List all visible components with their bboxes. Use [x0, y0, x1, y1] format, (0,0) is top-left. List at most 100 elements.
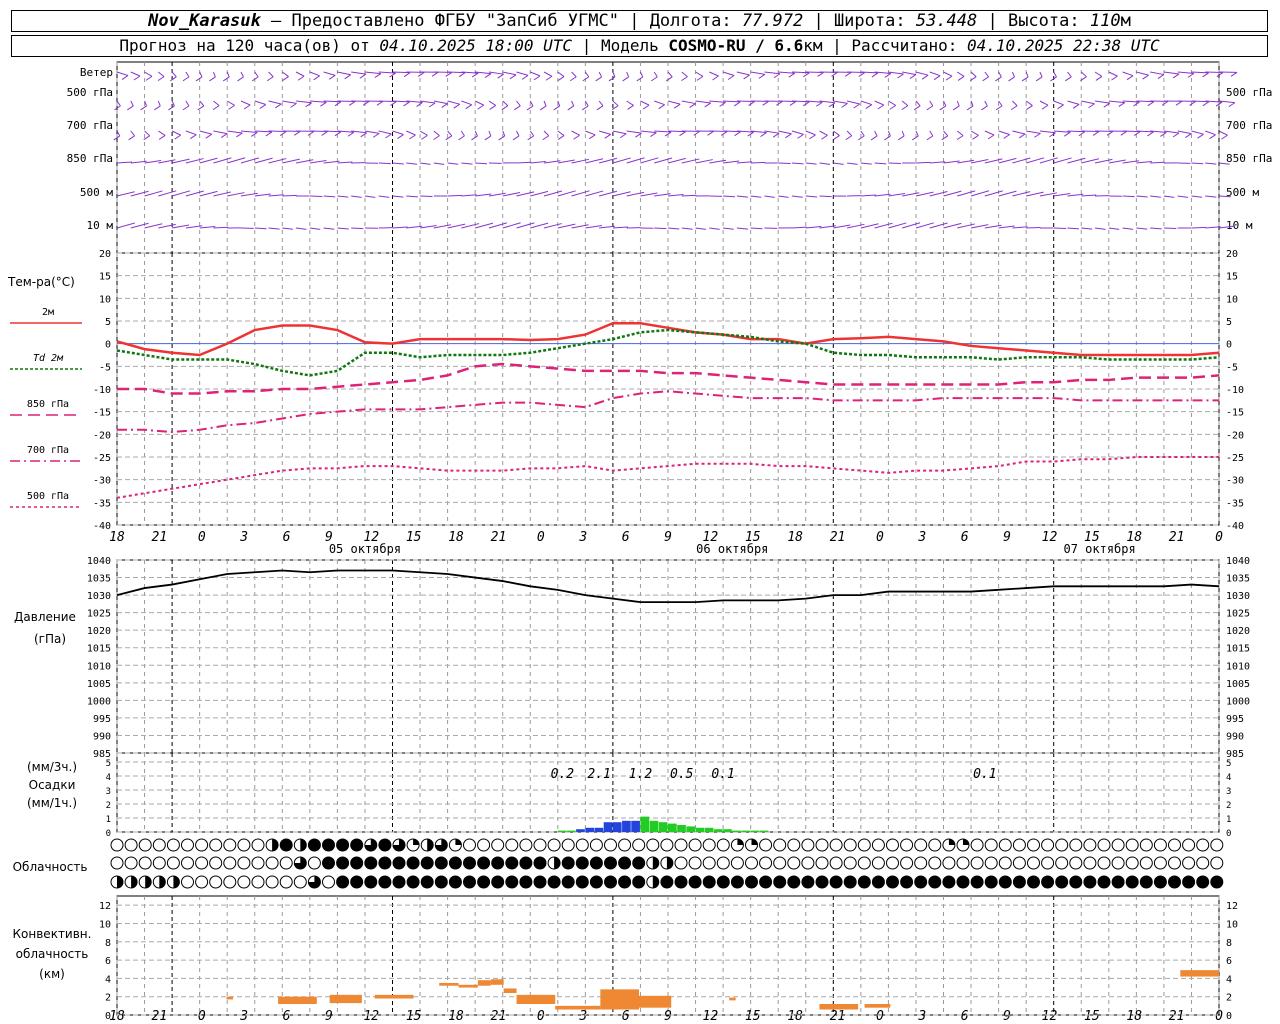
time-tick-bottom: 6 — [622, 1009, 630, 1024]
wind-barb — [268, 71, 274, 78]
wind-barb-feather — [897, 135, 905, 141]
wind-barb — [116, 71, 129, 77]
wind-barb-feather — [712, 75, 719, 81]
wind-barb — [874, 130, 878, 137]
wind-barb-feather — [981, 105, 988, 111]
wind-barb-feather — [1026, 105, 1033, 110]
wind-barb — [998, 130, 1010, 135]
wind-barb-feather — [622, 76, 629, 82]
cloud-symbol — [1153, 838, 1167, 852]
cloud-symbol — [1055, 838, 1069, 852]
wind-barb — [530, 71, 541, 77]
wind-barb — [929, 130, 934, 137]
temp-tick-right: 20 — [1226, 249, 1238, 260]
wind-barb — [240, 71, 244, 78]
wind-barb-feather — [952, 105, 960, 111]
time-tick-bottom: 6 — [283, 1009, 291, 1024]
cloud-symbol — [829, 875, 843, 889]
wind-label: 500 гПа — [67, 86, 113, 99]
wind-barb — [323, 71, 336, 76]
wind-barb-feather — [557, 135, 565, 140]
wind-barb-feather — [681, 76, 688, 82]
wind-barb-feather — [182, 105, 190, 111]
cloud-symbol — [237, 875, 251, 889]
wind-barb-feather — [588, 134, 596, 140]
cloud-symbol — [1083, 856, 1097, 870]
time-tick-bottom: 15 — [1084, 1009, 1100, 1024]
time-tick-top: 21 — [152, 530, 168, 545]
wind-barb — [695, 227, 706, 230]
cloud-symbol — [829, 856, 843, 870]
precip-title-1h: (мм/1ч.) — [27, 796, 77, 810]
wind-barb-feather — [282, 76, 289, 81]
wind-barb-feather — [650, 132, 657, 137]
wind-barb-feather — [945, 75, 953, 81]
cloud-symbol — [251, 856, 265, 870]
precip-bar — [668, 823, 677, 832]
cloud-symbol — [434, 856, 448, 870]
cloud-symbol — [618, 838, 632, 852]
cloud-symbol — [463, 838, 476, 852]
wind-barb — [1177, 195, 1189, 198]
wind-barb — [171, 71, 177, 78]
cloud-symbol-fill — [159, 876, 166, 888]
precip-tick-left: 1 — [106, 815, 111, 825]
wind-barb — [860, 194, 876, 197]
precip-tick-right: 2 — [1226, 801, 1231, 811]
cloud-symbol — [251, 838, 265, 852]
wind-barb-feather — [416, 101, 423, 107]
wind-barb — [158, 71, 165, 78]
wind-barb-feather — [720, 130, 728, 136]
pressure-tick-right: 995 — [1226, 714, 1244, 725]
wind-barb-feather — [453, 103, 461, 109]
wind-barb-feather — [604, 133, 612, 139]
cloud-symbol — [702, 856, 716, 870]
wind-barb-feather — [1221, 134, 1228, 140]
wind-barb — [1136, 71, 1149, 76]
wind-barb-feather — [733, 101, 741, 107]
cloud-symbol — [970, 856, 984, 870]
cloud-symbol — [1097, 856, 1111, 870]
conv-bar — [639, 995, 672, 1008]
wind-right-label: 850 гПа — [1226, 152, 1272, 165]
wind-barb — [929, 100, 934, 107]
wind-barb — [943, 160, 960, 164]
wind-barb-feather — [484, 135, 492, 141]
wind-barb — [956, 71, 965, 77]
temp-tick-left: -30 — [93, 476, 111, 487]
cloud-symbol — [857, 875, 871, 889]
wind-barb — [130, 71, 141, 77]
wind-barb-feather — [627, 105, 634, 110]
precip-bar — [732, 830, 741, 832]
cloud-symbol — [547, 875, 561, 889]
wind-barb-feather — [1216, 72, 1224, 77]
cloud-symbol — [448, 856, 462, 870]
cloud-symbol — [505, 856, 519, 870]
cloud-symbol — [914, 838, 928, 852]
conv-tick-right: 0 — [1226, 1011, 1232, 1022]
wind-barb-feather — [972, 134, 979, 140]
wind-barb-feather — [1147, 131, 1154, 137]
cloud-symbol — [1027, 856, 1040, 870]
wind-barb-feather — [773, 73, 781, 79]
wind-barb — [1025, 71, 1029, 78]
wind-barb-feather — [679, 131, 686, 137]
wind-barb — [171, 130, 181, 136]
cloud-symbol — [1069, 856, 1083, 870]
wind-barb — [296, 100, 312, 104]
wind-barb — [213, 100, 220, 107]
wind-barb-feather — [926, 105, 934, 111]
wind-barb-feather — [987, 134, 995, 140]
wind-barb-feather — [385, 133, 392, 139]
wind-barb — [502, 100, 509, 107]
wind-barb — [406, 130, 416, 136]
wind-barb-feather — [1209, 134, 1216, 140]
cloud-symbol — [716, 875, 730, 889]
time-tick-top: 21 — [830, 530, 846, 545]
wind-barb — [998, 71, 1002, 78]
temp-tick-right: 10 — [1226, 294, 1238, 305]
temp-tick-left: -5 — [99, 362, 111, 373]
wind-barb — [888, 100, 896, 106]
temp-tick-left: -20 — [93, 430, 111, 441]
precip-tick-right: 3 — [1226, 787, 1231, 797]
